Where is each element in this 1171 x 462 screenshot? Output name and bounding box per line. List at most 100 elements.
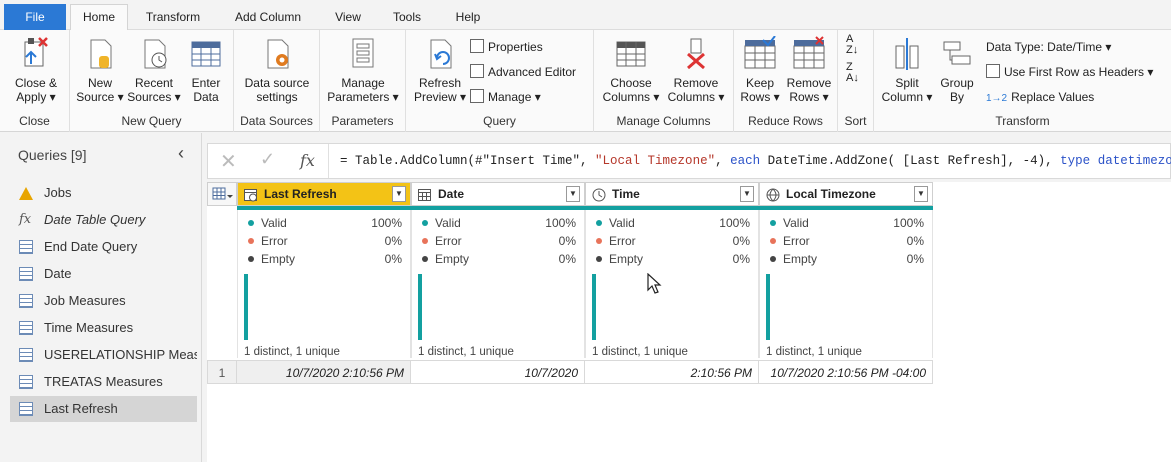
tab-transform[interactable]: Transform bbox=[138, 5, 208, 30]
formula-keyword-type: type bbox=[1060, 154, 1091, 168]
tab-home[interactable]: Home bbox=[70, 4, 128, 30]
query-item[interactable]: End Date Query bbox=[10, 234, 197, 260]
manage-button[interactable]: Manage ▾ bbox=[470, 87, 541, 107]
column-filter-dropdown-icon[interactable]: ▼ bbox=[914, 186, 928, 202]
recent-sources-icon bbox=[137, 36, 171, 72]
tab-view[interactable]: View bbox=[326, 5, 370, 30]
table-header-icon bbox=[986, 64, 1000, 78]
column-filter-dropdown-icon[interactable]: ▼ bbox=[566, 186, 580, 202]
mouse-cursor-icon bbox=[647, 272, 663, 298]
choose-columns-label2: Columns bbox=[602, 90, 650, 104]
formula-mid1: , bbox=[715, 154, 731, 168]
data-type-dropdown[interactable]: Data Type: Date/Time ▾ bbox=[986, 37, 1111, 57]
query-item[interactable]: TREATAS Measures bbox=[10, 369, 197, 395]
empty-label: Empty bbox=[609, 252, 644, 266]
group-by-button[interactable]: Group By bbox=[936, 36, 978, 104]
tab-add-column[interactable]: Add Column bbox=[226, 5, 310, 30]
manage-parameters-button[interactable]: Manage Parameters ▾ bbox=[324, 36, 402, 104]
new-source-button[interactable]: New Source ▾ bbox=[74, 36, 126, 104]
refresh-preview-button[interactable]: Refresh Preview ▾ bbox=[410, 36, 470, 104]
properties-button[interactable]: Properties bbox=[470, 37, 543, 57]
remove-rows-button[interactable]: Remove Rows ▾ bbox=[784, 36, 834, 104]
data-source-settings-button[interactable]: Data source settings bbox=[238, 36, 316, 104]
globe-clock-icon[interactable] bbox=[766, 187, 780, 202]
column-filter-dropdown-icon[interactable]: ▼ bbox=[392, 186, 406, 202]
query-item[interactable]: Job Measures bbox=[10, 288, 197, 314]
keep-rows-button[interactable]: Keep Rows ▾ bbox=[736, 35, 784, 104]
column-header[interactable]: Date ▼ bbox=[411, 182, 585, 206]
use-first-row-button[interactable]: Use First Row as Headers ▾ bbox=[986, 62, 1153, 82]
split-column-button[interactable]: Split Column ▾ bbox=[878, 36, 936, 104]
query-item[interactable]: fx Date Table Query bbox=[10, 207, 197, 233]
sort-ascending-icon[interactable]: A Z↓ bbox=[846, 34, 858, 56]
replace-values-button[interactable]: 1→2 Replace Values bbox=[986, 87, 1094, 107]
clock-icon[interactable] bbox=[592, 187, 606, 202]
empty-dot-icon bbox=[248, 256, 254, 262]
empty-dot-icon bbox=[422, 256, 428, 262]
table-cell[interactable]: 2:10:56 PM bbox=[585, 360, 759, 384]
remove-columns-button[interactable]: Remove Columns ▾ bbox=[662, 36, 730, 104]
close-apply-button[interactable]: Close & Apply ▾ bbox=[8, 36, 64, 104]
column-header-name: Local Timezone bbox=[786, 187, 876, 201]
collapse-pane-icon[interactable]: ‹ bbox=[178, 143, 184, 164]
valid-row: Valid 100% bbox=[596, 216, 750, 234]
query-item-label: Job Measures bbox=[44, 293, 126, 308]
table-icon bbox=[19, 402, 33, 416]
cancel-formula-icon[interactable]: ✕ bbox=[220, 149, 237, 174]
distinct-unique-text: 1 distinct, 1 unique bbox=[244, 346, 340, 358]
fx-icon[interactable]: fx bbox=[300, 151, 315, 170]
query-item[interactable]: Time Measures bbox=[10, 315, 197, 341]
empty-label: Empty bbox=[435, 252, 470, 266]
warning-icon bbox=[19, 186, 33, 200]
sort-descending-icon[interactable]: Z A↓ bbox=[846, 62, 859, 84]
formula-mid2: DateTime.AddZone( [Last Refresh], -4), bbox=[760, 154, 1061, 168]
manage-parameters-label2: Parameters bbox=[327, 90, 390, 104]
column-header[interactable]: Last Refresh ▼ bbox=[237, 182, 411, 206]
column-filter-dropdown-icon[interactable]: ▼ bbox=[740, 186, 754, 202]
query-item[interactable]: USERELATIONSHIP Meas... bbox=[10, 342, 197, 368]
remove-columns-label: Remove bbox=[673, 76, 719, 90]
table-cell[interactable]: 10/7/2020 2:10:56 PM bbox=[237, 360, 411, 384]
query-item[interactable]: Last Refresh bbox=[10, 396, 197, 422]
table-menu-icon[interactable] bbox=[207, 182, 237, 206]
query-item-label: Last Refresh bbox=[44, 401, 118, 416]
empty-row: Empty 0% bbox=[596, 252, 750, 270]
tab-file[interactable]: File bbox=[4, 4, 66, 30]
tab-help[interactable]: Help bbox=[448, 5, 488, 30]
use-first-row-label: Use First Row as Headers bbox=[1004, 65, 1145, 79]
refresh-preview-label2: Preview bbox=[413, 90, 457, 104]
group-query: Refresh Preview ▾ Properties Advanced Ed… bbox=[406, 30, 594, 132]
column-header[interactable]: Local Timezone ▼ bbox=[759, 182, 933, 206]
commit-formula-icon[interactable]: ✓ bbox=[260, 149, 275, 170]
recent-sources-label2: Sources bbox=[127, 90, 172, 104]
column-profile: Valid 100% Error 0% Empty 0% 1 distinct, 1 uni… bbox=[759, 210, 933, 358]
distinct-unique-text: 1 distinct, 1 unique bbox=[592, 346, 688, 358]
query-item[interactable]: Jobs bbox=[10, 180, 197, 206]
table-cell[interactable]: 10/7/2020 2:10:56 PM -04:00 bbox=[759, 360, 933, 384]
formula-space bbox=[1090, 154, 1098, 168]
refresh-preview-label: Refresh bbox=[418, 76, 462, 90]
distribution-bar bbox=[766, 274, 770, 340]
tab-tools[interactable]: Tools bbox=[386, 5, 428, 30]
datetime-icon[interactable] bbox=[244, 187, 258, 202]
data-type-label: Data Type: Date/Time bbox=[986, 40, 1103, 54]
distribution-bar bbox=[592, 274, 596, 340]
advanced-editor-button[interactable]: Advanced Editor bbox=[470, 62, 576, 82]
choose-columns-button[interactable]: Choose Columns ▾ bbox=[598, 36, 664, 104]
query-item[interactable]: Date bbox=[10, 261, 197, 287]
new-source-label: New bbox=[87, 76, 112, 90]
valid-dot-icon bbox=[248, 220, 254, 226]
valid-label: Valid bbox=[261, 216, 287, 230]
table-icon bbox=[19, 321, 33, 335]
empty-percent: 0% bbox=[732, 252, 750, 266]
table-cell[interactable]: 10/7/2020 bbox=[411, 360, 585, 384]
recent-sources-button[interactable]: Recent Sources ▾ bbox=[126, 36, 182, 104]
formula-input[interactable]: = Table.AddColumn(#"Insert Time", "Local… bbox=[340, 154, 1171, 168]
enter-data-button[interactable]: Enter Data bbox=[184, 36, 228, 104]
column-header[interactable]: Time ▼ bbox=[585, 182, 759, 206]
query-item-label: Time Measures bbox=[44, 320, 134, 335]
valid-row: Valid 100% bbox=[422, 216, 576, 234]
empty-percent: 0% bbox=[906, 252, 924, 266]
error-dot-icon bbox=[248, 238, 254, 244]
calendar-icon[interactable] bbox=[418, 187, 432, 201]
